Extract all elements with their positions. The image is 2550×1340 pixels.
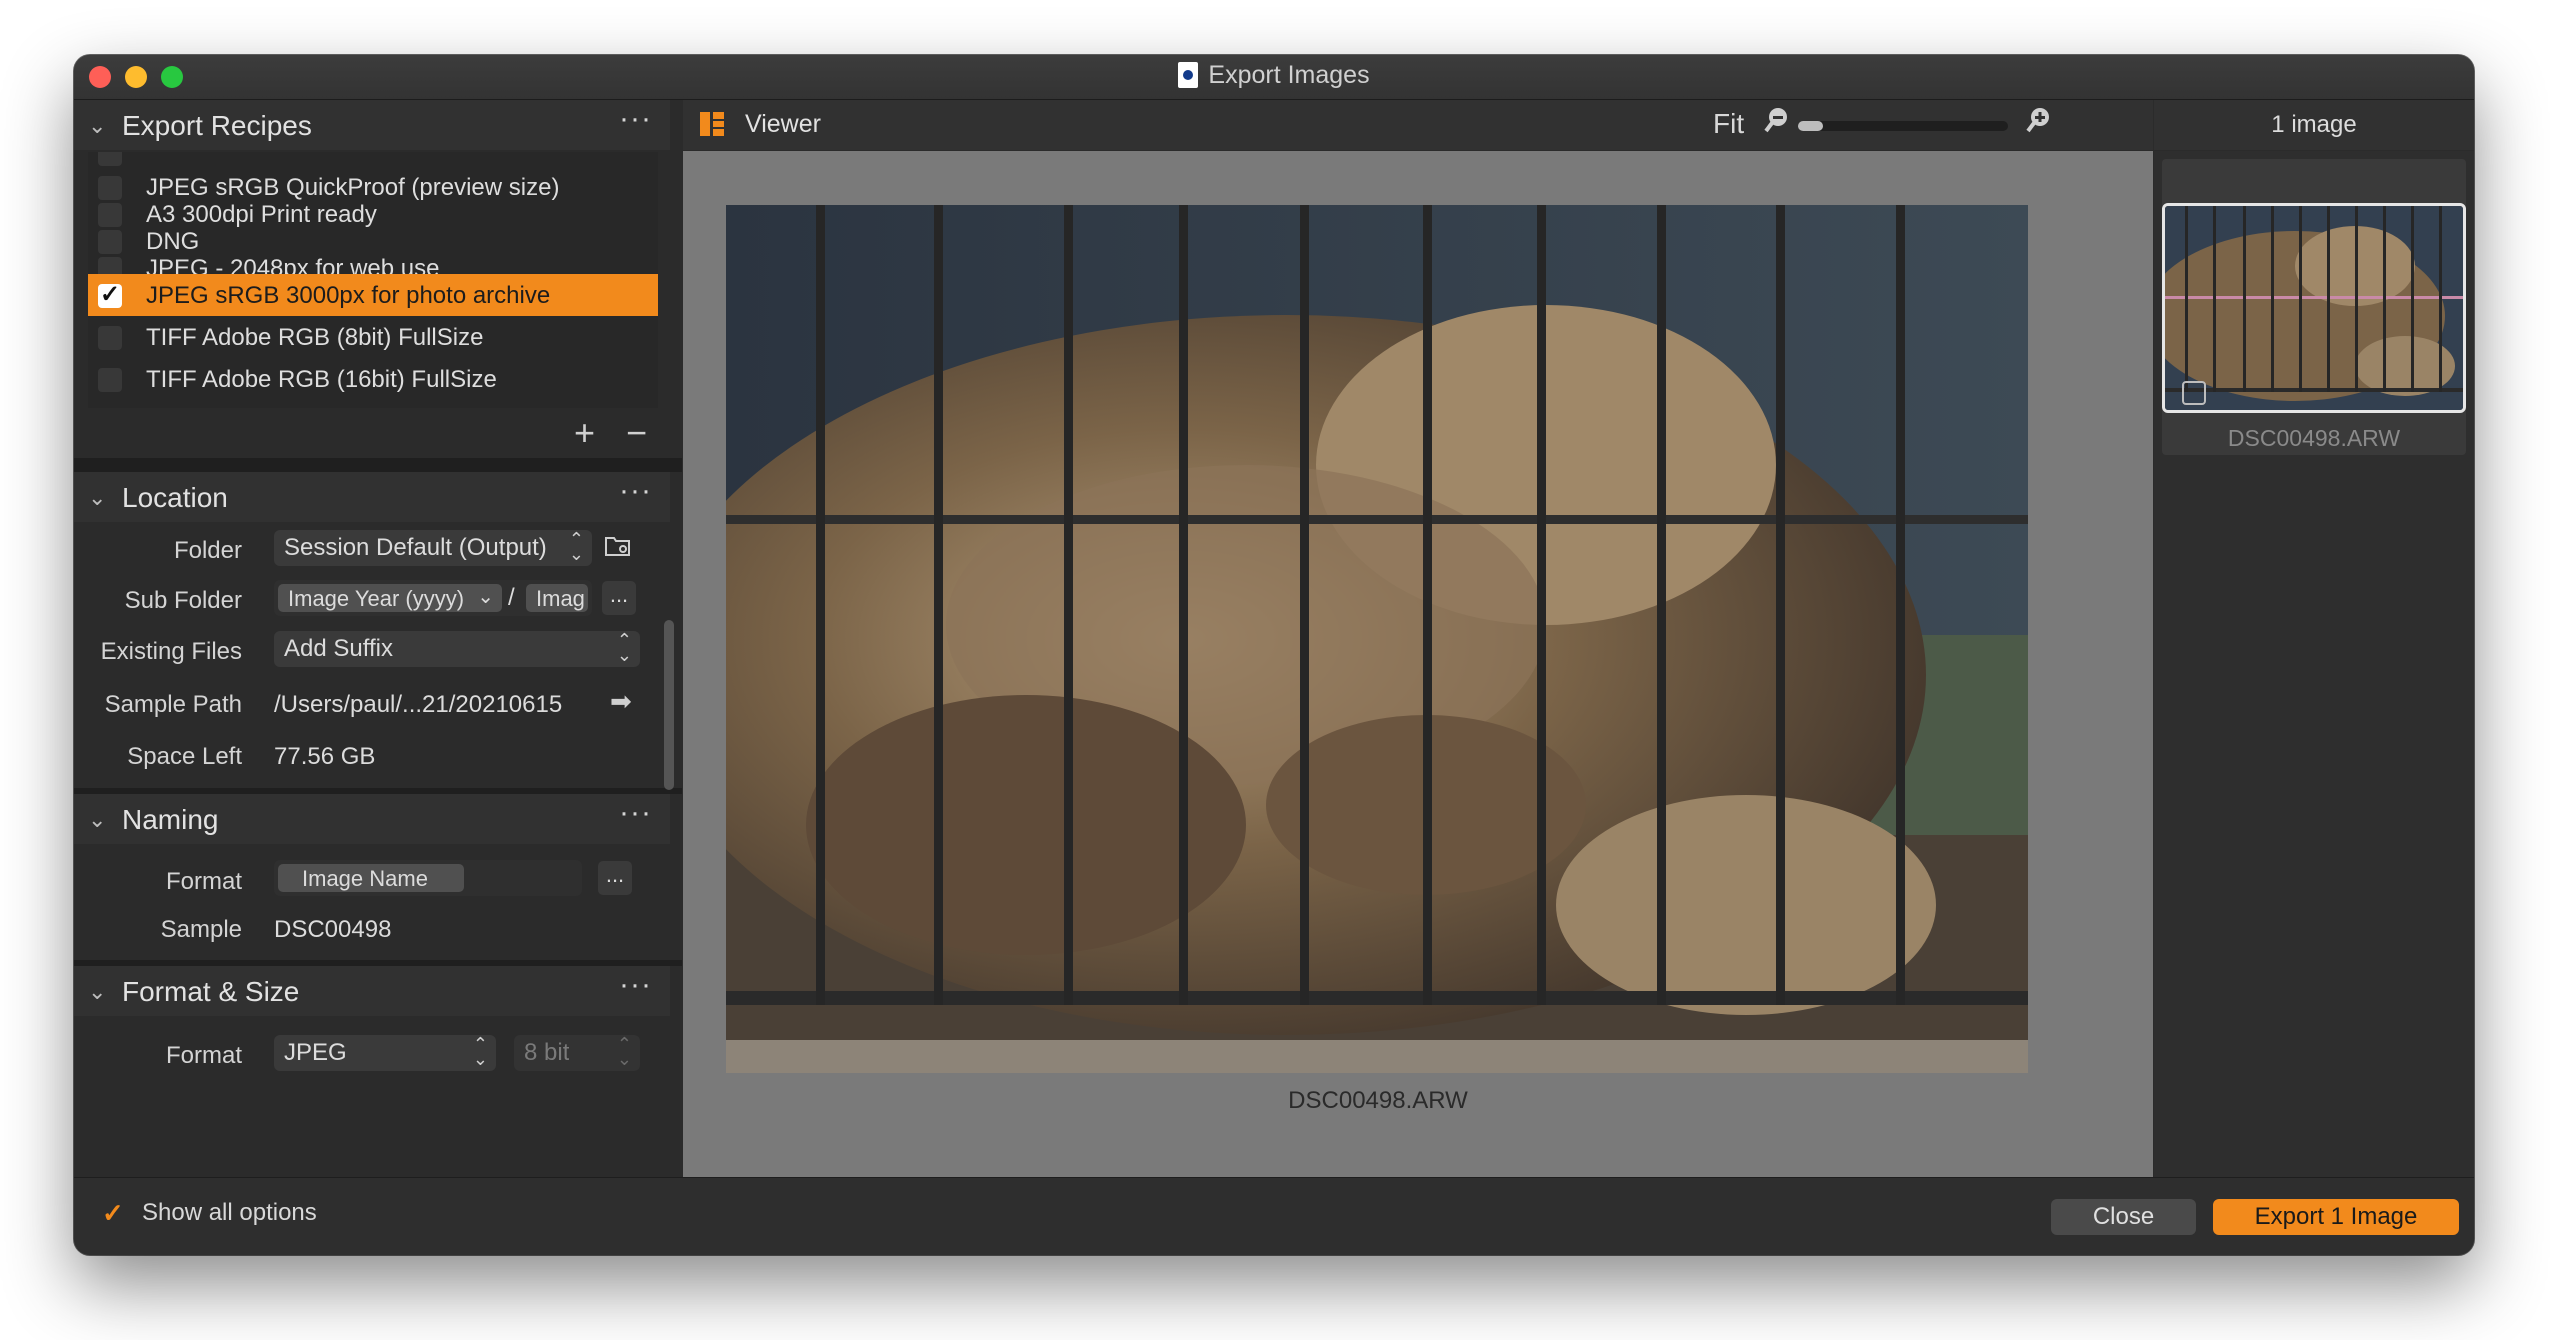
browser-header: 1 image: [2154, 100, 2474, 150]
preview-filename: DSC00498.ARW: [1288, 1087, 1468, 1114]
export-button[interactable]: Export 1 Image: [2213, 1199, 2459, 1235]
sample-path-value: /Users/paul/...21/20210615: [274, 691, 563, 718]
thumbnail-filename: DSC00498.ARW: [2227, 425, 2401, 451]
naming-header[interactable]: ⌄ Naming ···: [74, 794, 670, 844]
viewer-title: Viewer: [745, 110, 821, 138]
format-size-header[interactable]: ⌄ Format & Size ···: [74, 966, 670, 1016]
zoom-in-icon[interactable]: [2025, 106, 2053, 141]
section-title: Naming: [122, 804, 219, 835]
naming-format-field[interactable]: Image Name: [274, 860, 582, 896]
zoom-out-icon[interactable]: [1763, 106, 1791, 141]
footer-bar: ✓ Show all options Close Export 1 Image: [74, 1177, 2474, 1255]
recipe-item-partial[interactable]: [88, 152, 658, 166]
space-left-value: 77.56 GB: [274, 743, 376, 770]
close-button[interactable]: Close: [2051, 1199, 2196, 1235]
window-title: Export Images: [1208, 61, 1370, 89]
token-label: Image Name: [302, 866, 428, 891]
subfolder-token-year[interactable]: Image Year (yyyy) ⌄: [278, 584, 502, 612]
section-title: Location: [122, 482, 228, 513]
viewer-canvas[interactable]: DSC00498.ARW: [683, 151, 2153, 1177]
left-panel: ⌄ Export Recipes ··· JPEG sRGB QuickProo…: [74, 100, 682, 1176]
chevron-down-icon[interactable]: ⌄: [88, 485, 106, 511]
folder-browse-icon[interactable]: [604, 534, 632, 558]
naming-token-image-name[interactable]: Image Name: [278, 864, 464, 892]
more-options-icon[interactable]: ···: [619, 968, 652, 1002]
up-down-icon: ⌃ ⌄: [472, 1034, 488, 1069]
folder-value: Session Default (Output): [284, 534, 547, 561]
zoom-slider-fill: [1798, 121, 1824, 131]
thumbnail-image[interactable]: [2162, 203, 2466, 413]
export-recipes-header[interactable]: ⌄ Export Recipes ···: [74, 100, 670, 150]
naming-sample-label: Sample: [160, 916, 242, 943]
file-format-label: Format: [165, 1042, 242, 1069]
zoom-slider[interactable]: [1798, 121, 2008, 131]
naming-format-label: Format: [165, 868, 242, 895]
recipe-item[interactable]: TIFF Adobe RGB (8bit) FullSize: [88, 316, 658, 358]
subfolder-label: Sub Folder: [124, 587, 242, 614]
existing-files-select[interactable]: Add Suffix ⌃ ⌄: [274, 631, 640, 667]
viewer-layout-icon[interactable]: [700, 112, 724, 136]
file-format-select[interactable]: JPEG ⌃ ⌄: [274, 1035, 496, 1071]
bit-depth-value: 8 bit: [524, 1039, 570, 1066]
chevron-down-icon[interactable]: ⌄: [88, 979, 106, 1005]
location-header[interactable]: ⌄ Location ···: [74, 472, 670, 522]
recipe-checkbox[interactable]: [98, 326, 122, 350]
recipe-item[interactable]: TIFF Adobe RGB (16bit) FullSize: [88, 358, 658, 400]
recipe-list[interactable]: JPEG sRGB QuickProof (preview size) A3 3…: [88, 152, 658, 408]
recipe-checkbox[interactable]: [98, 368, 122, 392]
folder-label: Folder: [173, 537, 242, 564]
remove-recipe-button[interactable]: −: [626, 412, 647, 454]
subfolder-token-image[interactable]: Imag: [526, 584, 588, 612]
add-recipe-button[interactable]: +: [574, 412, 595, 454]
recipe-label: TIFF Adobe RGB (8bit) FullSize: [146, 324, 484, 351]
thumbnail-cell[interactable]: DSC00498.ARW: [2162, 159, 2466, 455]
up-down-icon: ⌃ ⌄: [616, 1034, 632, 1069]
viewer-header: Viewer Fit: [683, 100, 2153, 150]
file-format-value: JPEG: [284, 1039, 347, 1066]
space-left-label: Space Left: [127, 743, 242, 770]
fit-button[interactable]: Fit: [1713, 108, 1744, 140]
existing-files-value: Add Suffix: [284, 635, 393, 662]
subfolder-field[interactable]: Image Year (yyyy) ⌄ / Imag: [274, 580, 592, 616]
recipe-label: JPEG sRGB 3000px for photo archive: [146, 282, 551, 309]
window-title-wrap: Export Images: [74, 61, 2474, 90]
naming-more-button[interactable]: ...: [598, 861, 632, 895]
section-title: Export Recipes: [122, 110, 312, 141]
chevron-down-icon[interactable]: ⌄: [88, 113, 106, 139]
chevron-down-icon[interactable]: ⌄: [88, 807, 106, 833]
export-images-window: Export Images ⌄ Export Recipes ··· JPEG …: [74, 55, 2474, 1255]
reveal-arrow-icon[interactable]: ➡: [610, 686, 632, 717]
browser-panel: DSC00498.ARW: [2154, 151, 2474, 1177]
recipe-checkbox[interactable]: [98, 152, 122, 166]
section-title: Format & Size: [122, 976, 300, 1007]
recipe-label: TIFF Adobe RGB (16bit) FullSize: [146, 366, 497, 393]
image-count: 1 image: [2271, 111, 2357, 138]
token-label: Image Year (yyyy): [288, 586, 465, 611]
more-options-icon[interactable]: ···: [619, 102, 652, 136]
existing-files-label: Existing Files: [100, 638, 242, 665]
chevron-down-icon: ⌄: [477, 586, 494, 608]
left-panel-scrollbar[interactable]: [664, 620, 674, 790]
naming-sample-value: DSC00498: [274, 916, 392, 943]
subfolder-separator: /: [508, 584, 515, 611]
recipe-item-selected[interactable]: JPEG sRGB 3000px for photo archive: [88, 274, 658, 316]
bit-depth-select[interactable]: 8 bit ⌃ ⌄: [514, 1035, 640, 1071]
app-icon: [1178, 62, 1199, 88]
title-bar: Export Images: [74, 55, 2474, 100]
recipe-checkbox-checked[interactable]: [98, 280, 122, 309]
subfolder-more-button[interactable]: ...: [602, 581, 636, 615]
token-label: Imag: [536, 586, 585, 611]
section-divider: [74, 458, 682, 472]
more-options-icon[interactable]: ···: [619, 474, 652, 508]
more-options-icon[interactable]: ···: [619, 796, 652, 830]
show-all-options-label[interactable]: Show all options: [142, 1199, 317, 1227]
show-all-options-checkbox[interactable]: ✓: [102, 1198, 130, 1228]
sample-path-label: Sample Path: [104, 691, 242, 718]
up-down-icon: ⌃ ⌄: [568, 529, 584, 564]
folder-select[interactable]: Session Default (Output) ⌃ ⌄: [274, 530, 592, 566]
up-down-icon: ⌃ ⌄: [616, 630, 632, 665]
preview-image[interactable]: [726, 205, 2028, 1073]
